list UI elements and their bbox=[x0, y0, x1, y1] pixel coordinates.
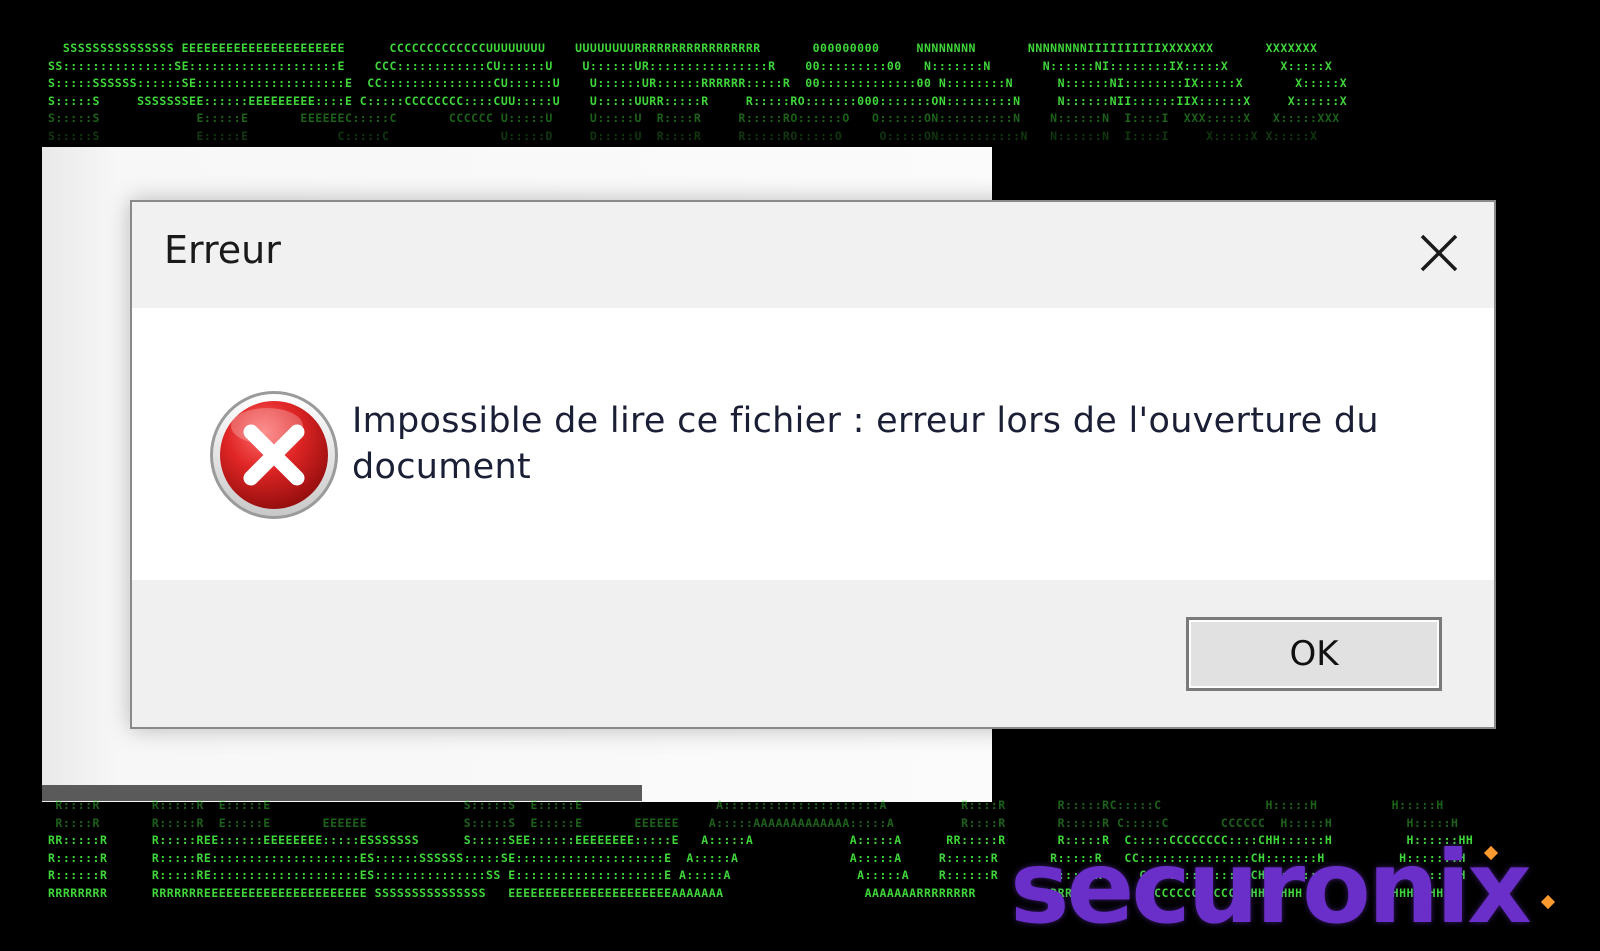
dialog-content: Impossible de lire ce fichier : erreur l… bbox=[132, 308, 1494, 580]
close-button[interactable] bbox=[1414, 228, 1464, 278]
brand-accent-dot bbox=[1540, 894, 1556, 910]
ascii-line: SS:::::::::::::::SE::::::::::::::::::::E… bbox=[48, 58, 1333, 73]
dialog-footer: OK bbox=[132, 580, 1494, 727]
ascii-line: S:::::S SSSSSSSEE::::::EEEEEEEEE::::E C:… bbox=[48, 93, 1348, 108]
brand-logo: securonix bbox=[1010, 829, 1532, 946]
ok-button[interactable]: OK bbox=[1186, 617, 1442, 691]
ascii-line: SSSSSSSSSSSSSSS EEEEEEEEEEEEEEEEEEEEEE C… bbox=[48, 41, 1318, 55]
ascii-line: S:::::SSSSSS::::::SE::::::::::::::::::::… bbox=[48, 76, 1348, 90]
dialog-title-bar: Erreur bbox=[132, 202, 1494, 308]
close-icon bbox=[1420, 234, 1458, 272]
ascii-art-top: SSSSSSSSSSSSSSS EEEEEEEEEEEEEEEEEEEEEE C… bbox=[48, 40, 1347, 145]
error-message: Impossible de lire ce fichier : erreur l… bbox=[352, 401, 1379, 487]
ascii-line: S:::::S E:::::E C:::::C U:::::D D:::::U … bbox=[48, 128, 1318, 143]
ascii-line: S:::::S E:::::E EEEEEEC:::::C CCCCCC U::… bbox=[48, 111, 1340, 125]
ascii-line: R::::R R:::::R E:::::E S:::::S E:::::E A… bbox=[48, 798, 1444, 812]
error-icon bbox=[210, 391, 338, 519]
dialog-title: Erreur bbox=[164, 228, 281, 272]
error-dialog: Erreur Impossible de lire ce fichier: e… bbox=[130, 200, 1496, 729]
